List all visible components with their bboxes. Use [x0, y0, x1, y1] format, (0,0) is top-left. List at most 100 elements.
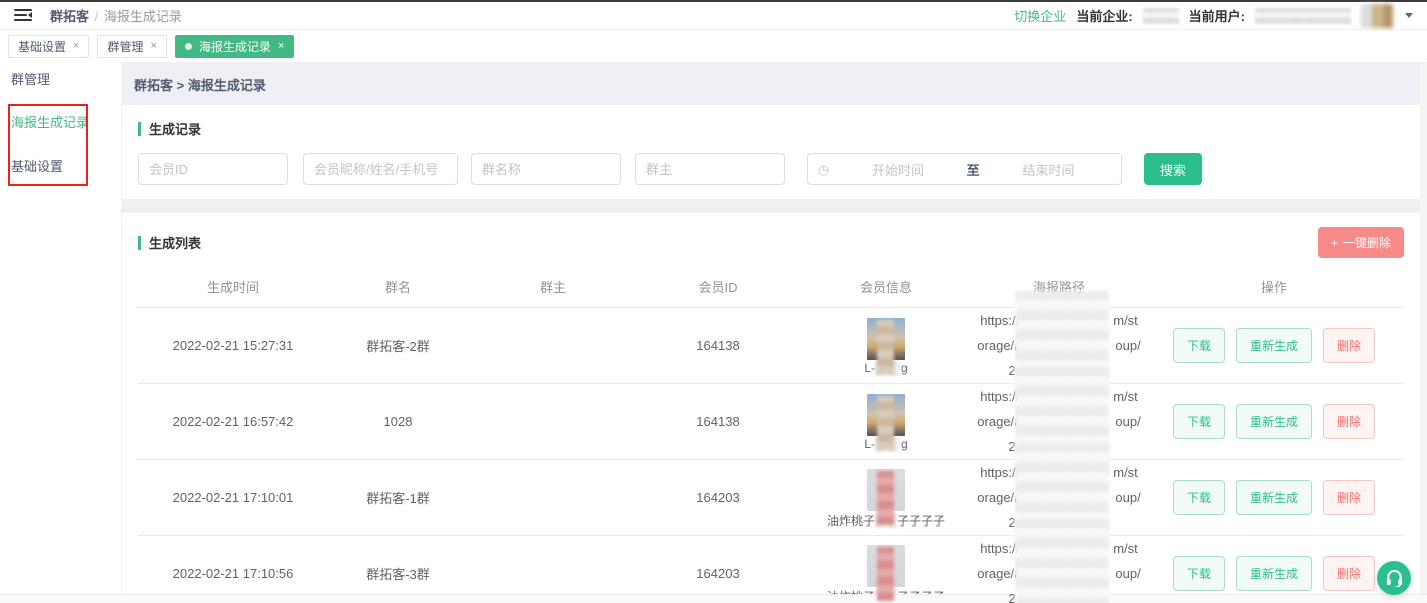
delete-button[interactable]: 删除 — [1323, 404, 1375, 439]
sidebar-item-group-manage[interactable]: 群管理 — [0, 70, 121, 90]
breadcrumb-separator: / — [95, 9, 99, 24]
download-button[interactable]: 下载 — [1173, 404, 1225, 439]
cell-generate-time: 2022-02-21 17:10:01 — [138, 490, 328, 505]
clock-icon: ◷ — [818, 163, 829, 176]
cell-actions: 下载 重新生成 删除 — [1144, 556, 1404, 591]
customer-service-button[interactable] — [1377, 561, 1411, 595]
member-name-visible-end: g — [901, 437, 908, 451]
user-avatar[interactable] — [1361, 4, 1393, 28]
delete-button[interactable]: 删除 — [1323, 328, 1375, 363]
poster-path-redacted-strip — [1015, 519, 1109, 603]
topbar-right: 切换企业 当前企业: 当前用户: — [1014, 4, 1413, 28]
member-name-input[interactable] — [303, 153, 458, 185]
cell-generate-time: 2022-02-21 16:57:42 — [138, 414, 328, 429]
group-name-input[interactable] — [471, 153, 621, 185]
table-row: 2022-02-21 15:27:31 群拓客-2群 164138 L- g h… — [138, 308, 1404, 384]
col-header-actions: 操作 — [1144, 277, 1404, 296]
page-breadcrumb: 群拓客 > 海报生成记录 — [122, 62, 1420, 105]
tab-1[interactable]: 群管理× — [97, 35, 166, 58]
table-body: 2022-02-21 15:27:31 群拓客-2群 164138 L- g h… — [138, 308, 1404, 603]
section-accent-bar — [138, 122, 141, 136]
cell-member-info: L- g — [798, 388, 974, 456]
search-section-card: 生成记录 ◷ 开始时间 至 结束时间 搜索 — [122, 105, 1420, 199]
member-name-visible-start: L- — [864, 361, 875, 375]
cell-actions: 下载 重新生成 删除 — [1144, 328, 1404, 363]
list-section-header: 生成列表 + 一键删除 — [138, 227, 1404, 258]
member-avatar — [867, 318, 905, 360]
col-header-time: 生成时间 — [138, 277, 328, 296]
search-section-title: 生成记录 — [138, 119, 1404, 138]
table-row: 2022-02-21 17:10:01 群拓客-1群 164203 油炸桃子 子… — [138, 460, 1404, 536]
start-time-placeholder[interactable]: 开始时间 — [835, 160, 960, 179]
cell-member-info: L- g — [798, 312, 974, 380]
menu-fold-icon[interactable] — [14, 9, 32, 22]
horizontal-scrollbar[interactable] — [0, 594, 1427, 603]
breadcrumb-current: 海报生成记录 — [104, 9, 182, 24]
member-name-visible-start: L- — [864, 437, 875, 451]
cell-generate-time: 2022-02-21 17:10:56 — [138, 566, 328, 581]
avatar-blur-patch — [877, 471, 894, 525]
current-user-label: 当前用户: — [1189, 6, 1245, 25]
col-header-member-id: 会员ID — [638, 277, 798, 296]
breadcrumb: 群拓客 / 海报生成记录 — [50, 6, 182, 25]
member-name-visible-start: 油炸桃子 — [827, 512, 875, 529]
member-avatar — [867, 394, 905, 436]
end-time-placeholder[interactable]: 结束时间 — [986, 160, 1111, 179]
download-button[interactable]: 下载 — [1173, 556, 1225, 591]
current-company-label: 当前企业: — [1076, 6, 1132, 25]
regenerate-button[interactable]: 重新生成 — [1236, 480, 1312, 515]
current-user-value-redacted — [1255, 8, 1351, 24]
cell-member-id: 164203 — [638, 490, 798, 505]
tab-close-icon[interactable]: × — [278, 40, 284, 52]
cell-generate-time: 2022-02-21 15:27:31 — [138, 338, 328, 353]
records-table: 生成时间 群名 群主 会员ID 会员信息 海报路径 操作 2022-02-21 … — [138, 266, 1404, 603]
switch-company-link[interactable]: 切换企业 — [1014, 6, 1066, 25]
cell-actions: 下载 重新生成 删除 — [1144, 480, 1404, 515]
tab-0[interactable]: 基础设置 × — [8, 35, 89, 58]
cell-member-id: 164203 — [638, 566, 798, 581]
col-header-group: 群名 — [328, 277, 468, 296]
date-range-picker[interactable]: ◷ 开始时间 至 结束时间 — [807, 153, 1122, 185]
list-section-card: 生成列表 + 一键删除 生成时间 群名 群主 会员ID 会员信息 海报路径 操作 — [122, 213, 1420, 603]
tab-2[interactable]: 海报生成记录× — [175, 35, 294, 58]
tab-close-icon[interactable]: × — [150, 40, 156, 52]
regenerate-button[interactable]: 重新生成 — [1236, 328, 1312, 363]
cell-group-name: 1028 — [328, 414, 468, 429]
cell-group-name: 群拓客-1群 — [328, 488, 468, 507]
member-avatar — [867, 545, 905, 587]
delete-button[interactable]: 删除 — [1323, 556, 1375, 591]
cell-member-info: 油炸桃子 子子子子 — [798, 463, 974, 533]
search-section-title-text: 生成记录 — [149, 119, 201, 138]
vertical-scrollbar[interactable] — [1420, 63, 1427, 594]
list-section-title-text: 生成列表 — [149, 233, 201, 252]
sidebar: 群管理 海报生成记录 基础设置 — [0, 62, 121, 603]
member-id-input[interactable] — [138, 153, 288, 185]
cell-member-id: 164138 — [638, 338, 798, 353]
cell-member-id: 164138 — [638, 414, 798, 429]
open-tabs-bar: 基础设置×群管理×海报生成记录× — [0, 30, 1427, 62]
bulk-delete-button[interactable]: + 一键删除 — [1318, 227, 1404, 258]
member-name-visible-end: 子子子子 — [897, 512, 945, 529]
sidebar-item-poster-records[interactable]: 海报生成记录 — [0, 113, 121, 133]
plus-icon: + — [1331, 236, 1338, 250]
avatar-blur-patch — [877, 547, 894, 601]
main-content: 群拓客 > 海报生成记录 生成记录 ◷ 开始时间 至 结束时间 搜索 — [121, 62, 1427, 603]
col-header-owner: 群主 — [468, 277, 638, 296]
sidebar-item-basic-settings[interactable]: 基础设置 — [0, 157, 121, 177]
tab-close-icon[interactable]: × — [73, 40, 79, 52]
current-company-value-redacted — [1143, 8, 1179, 24]
regenerate-button[interactable]: 重新生成 — [1236, 404, 1312, 439]
cell-group-name: 群拓客-3群 — [328, 564, 468, 583]
group-owner-input[interactable] — [635, 153, 785, 185]
cell-actions: 下载 重新生成 删除 — [1144, 404, 1404, 439]
tab-label: 基础设置 — [18, 38, 66, 55]
regenerate-button[interactable]: 重新生成 — [1236, 556, 1312, 591]
avatar-blur-patch — [877, 320, 894, 374]
search-button[interactable]: 搜索 — [1144, 153, 1202, 185]
download-button[interactable]: 下载 — [1173, 480, 1225, 515]
user-menu-caret-icon[interactable] — [1405, 13, 1413, 18]
download-button[interactable]: 下载 — [1173, 328, 1225, 363]
cell-group-name: 群拓客-2群 — [328, 336, 468, 355]
breadcrumb-root[interactable]: 群拓客 — [50, 9, 89, 24]
delete-button[interactable]: 删除 — [1323, 480, 1375, 515]
